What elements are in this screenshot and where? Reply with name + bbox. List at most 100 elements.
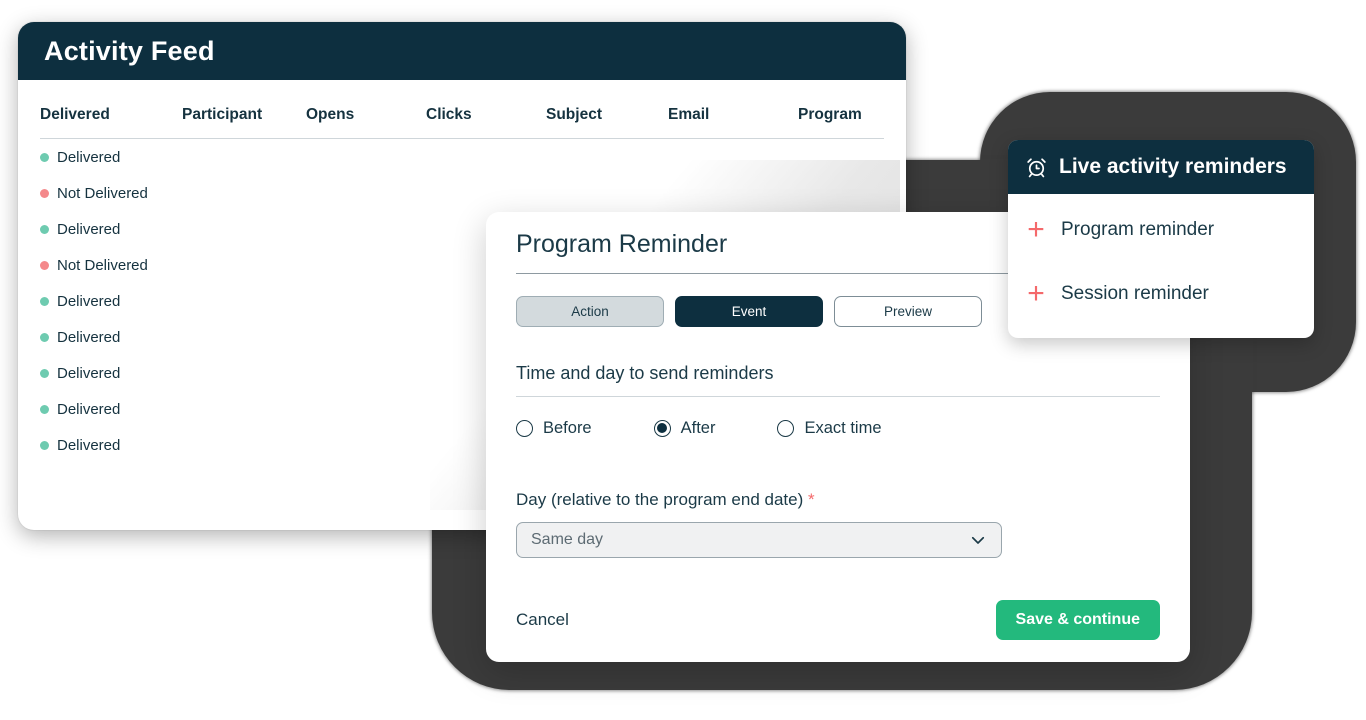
radio-option-before[interactable]: Before xyxy=(516,419,592,438)
table-cell-placeholder xyxy=(182,211,306,247)
table-cell-placeholder xyxy=(306,211,426,247)
field-label-day-text: Day (relative to the program end date) xyxy=(516,490,804,509)
status-dot-icon xyxy=(40,260,49,270)
status-badge: Not Delivered xyxy=(40,257,182,274)
day-select-value: Same day xyxy=(531,531,604,548)
section-label-time-and-day: Time and day to send reminders xyxy=(516,363,1160,397)
table-cell-status: Delivered xyxy=(40,211,182,247)
status-label: Not Delivered xyxy=(57,256,148,274)
radio-label-exact-time: Exact time xyxy=(804,419,882,437)
table-cell-placeholder xyxy=(546,175,668,211)
table-cell-placeholder xyxy=(306,175,426,211)
status-label: Not Delivered xyxy=(57,184,148,202)
status-badge: Delivered xyxy=(40,365,182,382)
table-cell-placeholder xyxy=(546,139,668,176)
status-label: Delivered xyxy=(57,364,121,382)
table-cell-placeholder xyxy=(306,139,426,176)
table-cell-placeholder xyxy=(668,139,798,176)
table-cell-placeholder xyxy=(426,139,546,176)
status-label: Delivered xyxy=(57,400,121,418)
column-header-participant: Participant xyxy=(182,80,306,139)
radio-label-before: Before xyxy=(543,419,592,437)
status-dot-icon xyxy=(40,332,49,342)
table-cell-status: Not Delivered xyxy=(40,175,182,211)
status-dot-icon xyxy=(40,188,49,198)
status-dot-icon xyxy=(40,296,49,306)
table-cell-placeholder xyxy=(182,247,306,283)
table-cell-placeholder xyxy=(668,175,798,211)
tab-event[interactable]: Event xyxy=(675,296,823,327)
status-badge: Delivered xyxy=(40,149,182,166)
table-cell-status: Delivered xyxy=(40,139,182,176)
radio-label-after: After xyxy=(680,419,716,437)
cancel-button[interactable]: Cancel xyxy=(516,610,569,630)
table-cell-placeholder xyxy=(798,175,884,211)
table-cell-placeholder xyxy=(798,139,884,176)
table-cell-placeholder xyxy=(426,175,546,211)
table-cell-placeholder xyxy=(182,139,306,176)
table-row[interactable]: Not Delivered xyxy=(40,175,884,211)
table-cell-status: Delivered xyxy=(40,427,182,463)
reminder-item-session-label: Session reminder xyxy=(1061,283,1209,304)
table-cell-status: Delivered xyxy=(40,391,182,427)
column-header-opens: Opens xyxy=(306,80,426,139)
reminders-panel-header: Live activity reminders xyxy=(1008,140,1314,194)
radio-circle-after[interactable] xyxy=(653,420,671,437)
radio-option-exact-time[interactable]: Exact time xyxy=(777,419,882,438)
table-cell-placeholder xyxy=(182,175,306,211)
status-badge: Not Delivered xyxy=(40,185,182,202)
plus-icon: + xyxy=(1027,213,1045,246)
reminders-panel-title: Live activity reminders xyxy=(1059,155,1287,178)
column-header-email: Email xyxy=(668,80,798,139)
status-label: Delivered xyxy=(57,328,121,346)
status-label: Delivered xyxy=(57,220,121,238)
table-cell-status: Delivered xyxy=(40,319,182,355)
tab-action[interactable]: Action xyxy=(516,296,664,327)
save-and-continue-button[interactable]: Save & continue xyxy=(995,600,1160,640)
status-dot-icon xyxy=(40,224,49,234)
column-header-subject: Subject xyxy=(546,80,668,139)
status-dot-icon xyxy=(40,440,49,450)
table-header-row: Delivered Participant Opens Clicks Subje… xyxy=(40,80,884,139)
reminder-item-session[interactable]: + Session reminder xyxy=(1008,266,1314,322)
required-asterisk: * xyxy=(808,490,815,509)
table-cell-placeholder xyxy=(306,247,426,283)
column-header-delivered: Delivered xyxy=(40,80,182,139)
status-dot-icon xyxy=(40,368,49,378)
day-select[interactable]: Same day xyxy=(516,522,1002,558)
table-cell-placeholder xyxy=(306,355,426,391)
table-cell-status: Delivered xyxy=(40,283,182,319)
field-label-day: Day (relative to the program end date) * xyxy=(516,490,1160,510)
page-title: Activity Feed xyxy=(44,35,215,66)
modal-footer: Cancel Save & continue xyxy=(516,600,1160,640)
table-cell-placeholder xyxy=(182,391,306,427)
status-label: Delivered xyxy=(57,148,121,166)
status-label: Delivered xyxy=(57,292,121,310)
radio-option-after[interactable]: After xyxy=(653,419,716,438)
table-cell-placeholder xyxy=(182,319,306,355)
column-header-program: Program xyxy=(798,80,884,139)
table-cell-placeholder xyxy=(306,391,426,427)
status-label: Delivered xyxy=(57,436,121,454)
screenshot-root: Activity Feed Delivered Participant Open… xyxy=(0,0,1366,720)
status-badge: Delivered xyxy=(40,401,182,418)
status-badge: Delivered xyxy=(40,221,182,238)
reminder-item-program-label: Program reminder xyxy=(1061,219,1215,240)
table-row[interactable]: Delivered xyxy=(40,139,884,176)
status-dot-icon xyxy=(40,152,49,162)
send-timing-radio-group: Before After Exact time xyxy=(516,419,1160,438)
chevron-down-icon xyxy=(971,536,985,544)
radio-circle-before[interactable] xyxy=(516,420,533,437)
table-cell-placeholder xyxy=(306,283,426,319)
table-cell-placeholder xyxy=(182,427,306,463)
radio-circle-exact-time[interactable] xyxy=(777,420,795,437)
status-badge: Delivered xyxy=(40,437,182,454)
alarm-clock-icon xyxy=(1027,157,1046,177)
column-header-clicks: Clicks xyxy=(426,80,546,139)
status-badge: Delivered xyxy=(40,329,182,346)
tab-preview[interactable]: Preview xyxy=(834,296,982,327)
reminder-item-program[interactable]: + Program reminder xyxy=(1008,202,1314,258)
activity-feed-header: Activity Feed xyxy=(18,22,906,80)
table-cell-placeholder xyxy=(306,319,426,355)
table-cell-placeholder xyxy=(306,427,426,463)
